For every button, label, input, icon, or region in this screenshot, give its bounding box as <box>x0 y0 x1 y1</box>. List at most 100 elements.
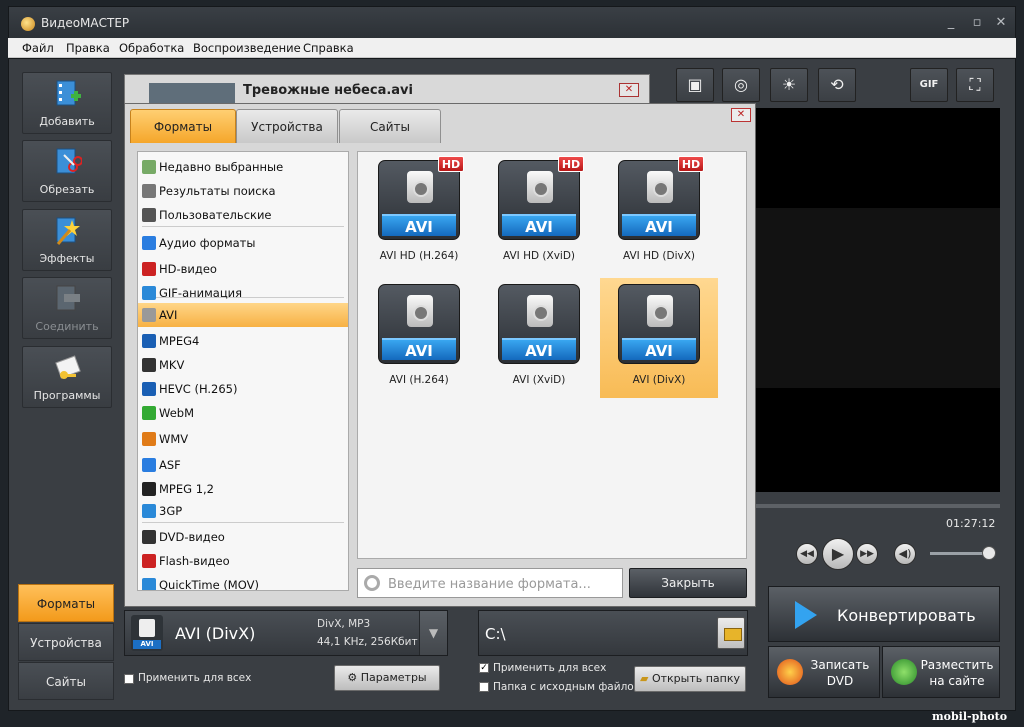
category-item[interactable]: HEVC (H.265) <box>138 377 348 401</box>
browse-folder-button[interactable] <box>717 617 745 649</box>
video-preview[interactable] <box>756 108 1000 492</box>
stabilize-tool-button[interactable]: ◎ <box>722 68 760 102</box>
category-item[interactable]: WebM <box>138 401 348 425</box>
output-format-selector[interactable]: AVI AVI (DivX) DivX, MP3 44,1 KHz, 256Кб… <box>124 610 448 656</box>
play-button[interactable]: ▶ <box>822 538 854 570</box>
category-item[interactable]: QuickTime (MOV) <box>138 573 348 590</box>
category-label: WMV <box>159 432 189 446</box>
app-logo-icon <box>21 17 35 31</box>
dialog-tab-sites[interactable]: Сайты <box>339 109 441 143</box>
maximize-button[interactable]: ▫ <box>969 15 985 30</box>
category-item[interactable]: MKV <box>138 353 348 377</box>
prev-frame-button[interactable]: ◀◀ <box>796 543 818 565</box>
dialog-close-button[interactable]: Закрыть <box>629 568 747 598</box>
menu-edit[interactable]: Правка <box>66 41 110 55</box>
category-item[interactable]: GIF-анимация <box>138 281 348 305</box>
gif-button[interactable]: GIF <box>910 68 948 102</box>
category-label: GIF-анимация <box>159 286 243 300</box>
category-item[interactable]: Недавно выбранные <box>138 155 348 179</box>
camera-icon <box>139 619 155 637</box>
format-badge: AVI <box>382 338 456 360</box>
seek-bar[interactable] <box>756 504 1000 508</box>
left-tab-formats[interactable]: Форматы <box>18 584 114 622</box>
format-tile[interactable]: AVI AVI (H.264) <box>360 278 478 398</box>
format-tile[interactable]: AVI AVI (XviD) <box>480 278 598 398</box>
category-item[interactable]: Аудио форматы <box>138 231 348 255</box>
category-label: MPEG4 <box>159 334 200 348</box>
dialog-tab-devices[interactable]: Устройства <box>236 109 338 143</box>
format-label: AVI (DivX) <box>632 374 686 386</box>
close-window-button[interactable]: ✕ <box>993 15 1009 30</box>
format-tile[interactable]: AVI HD AVI HD (XviD) <box>480 154 598 274</box>
dialog-tab-formats[interactable]: Форматы <box>130 109 236 143</box>
menu-processing[interactable]: Обработка <box>119 41 184 55</box>
category-item[interactable]: DVD-видео <box>138 525 348 549</box>
brightness-tool-button[interactable]: ☀ <box>770 68 808 102</box>
convert-label: Конвертировать <box>837 606 976 625</box>
menu-playback[interactable]: Воспроизведение <box>193 41 301 55</box>
apply-all-format-checkbox[interactable] <box>124 674 134 684</box>
format-dropdown-button[interactable]: ▼ <box>419 611 447 655</box>
apply-all-folder-checkbox[interactable]: ✓ <box>479 663 489 673</box>
crop-tool-button[interactable]: ▣ <box>676 68 714 102</box>
rotate-tool-button[interactable]: ⟲ <box>818 68 856 102</box>
parameters-button[interactable]: ⚙ Параметры <box>334 665 440 691</box>
volume-slider-handle[interactable] <box>982 546 996 560</box>
menu-file[interactable]: Файл <box>22 41 54 55</box>
title-bar: ВидеоМАСТЕР _ ▫ ✕ <box>8 6 1016 38</box>
format-badge: AVI <box>133 640 161 649</box>
category-label: ASF <box>159 458 181 472</box>
format-badge: AVI <box>502 214 576 236</box>
timecode: 01:27:12 <box>946 517 996 530</box>
open-folder-button[interactable]: ▰ Открыть папку <box>634 666 746 692</box>
format-search-box[interactable] <box>357 568 623 598</box>
output-folder-box[interactable]: C:\ <box>478 610 748 656</box>
left-tab-devices[interactable]: Устройства <box>18 623 114 661</box>
add-button[interactable]: Добавить <box>22 72 112 134</box>
minimize-button[interactable]: _ <box>943 15 959 30</box>
apply-all-folder-label: Применить для всех <box>493 662 607 674</box>
category-item[interactable]: Пользовательские <box>138 203 348 227</box>
effects-button-label: Эффекты <box>39 252 95 265</box>
left-tab-sites[interactable]: Сайты <box>18 662 114 700</box>
effects-button[interactable]: Эффекты <box>22 209 112 271</box>
category-item[interactable]: WMV <box>138 427 348 451</box>
trim-button[interactable]: Обрезать <box>22 140 112 202</box>
remove-file-button[interactable]: ✕ <box>619 83 639 97</box>
add-video-icon <box>56 80 81 106</box>
programs-button[interactable]: Программы <box>22 346 112 408</box>
category-item[interactable]: MPEG 1,2 <box>138 477 348 501</box>
file-list-item[interactable]: Тревожные небеса.avi ✕ <box>124 74 650 107</box>
wmv-icon <box>142 432 156 446</box>
join-button[interactable]: Соединить <box>22 277 112 339</box>
category-item[interactable]: AVI <box>138 303 348 327</box>
hd-badge: HD <box>678 156 704 172</box>
category-label: Результаты поиска <box>159 184 276 198</box>
category-item[interactable]: Результаты поиска <box>138 179 348 203</box>
category-item[interactable]: MPEG4 <box>138 329 348 353</box>
format-search-input[interactable] <box>388 573 618 595</box>
format-tile[interactable]: AVI AVI (DivX) <box>600 278 718 398</box>
source-folder-checkbox[interactable] <box>479 682 489 692</box>
publish-button[interactable]: Разместить на сайте <box>882 646 1000 698</box>
category-label: Недавно выбранные <box>159 160 284 174</box>
webm-icon <box>142 406 156 420</box>
convert-button[interactable]: Конвертировать <box>768 586 1000 642</box>
category-label: Flash-видео <box>159 554 230 568</box>
format-tile[interactable]: AVI HD AVI HD (H.264) <box>360 154 478 274</box>
fullscreen-button[interactable]: ⛶ <box>956 68 994 102</box>
forward-icon: ▶▶ <box>860 549 874 559</box>
category-label: 3GP <box>159 504 183 518</box>
volume-button[interactable]: ◀) <box>894 543 916 565</box>
next-frame-button[interactable]: ▶▶ <box>856 543 878 565</box>
category-item[interactable]: HD-видео <box>138 257 348 281</box>
category-item[interactable]: Flash-видео <box>138 549 348 573</box>
volume-slider[interactable] <box>930 552 990 555</box>
dialog-close-x-button[interactable]: ✕ <box>731 108 751 122</box>
burn-dvd-button[interactable]: Записать DVD <box>768 646 880 698</box>
format-tile[interactable]: AVI HD AVI HD (DivX) <box>600 154 718 274</box>
category-label: HEVC (H.265) <box>159 382 238 396</box>
category-item[interactable]: ASF <box>138 453 348 477</box>
category-item[interactable]: 3GP <box>138 499 348 523</box>
menu-help[interactable]: Справка <box>303 41 354 55</box>
